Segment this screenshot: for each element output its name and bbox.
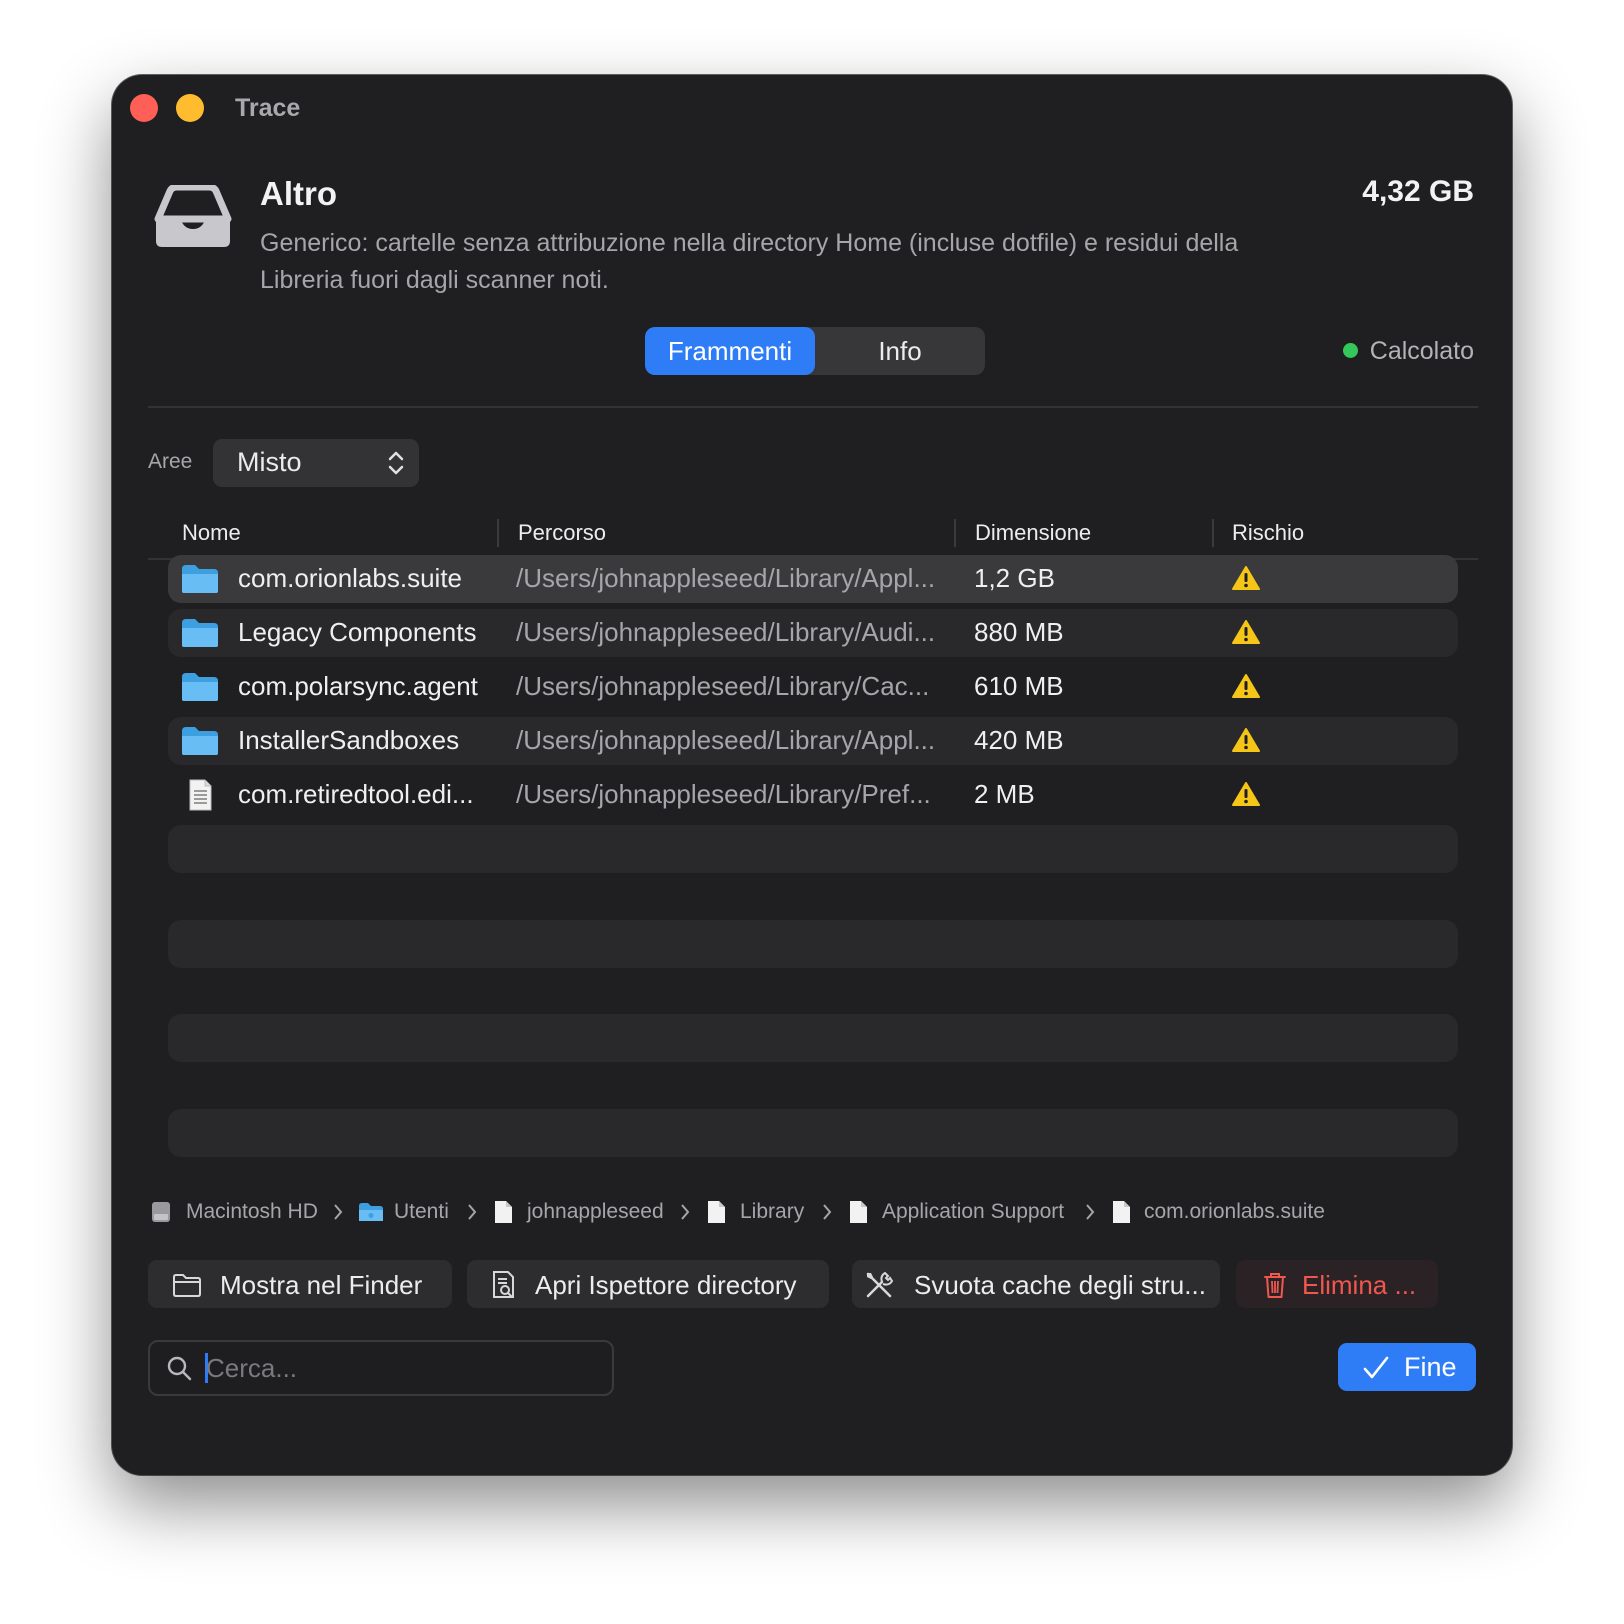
empty-row <box>168 1014 1458 1062</box>
table-row[interactable]: com.polarsync.agent /Users/johnappleseed… <box>168 663 1458 711</box>
delete-label: Elimina ... <box>1302 1270 1417 1300</box>
status-dot-icon <box>1342 342 1358 358</box>
row-size: 610 MB <box>974 671 1064 701</box>
folder-icon <box>182 673 218 701</box>
tab-info[interactable]: Info <box>815 327 985 375</box>
row-name: Legacy Components <box>238 617 477 647</box>
show-in-finder-label: Mostra nel Finder <box>220 1270 423 1300</box>
column-divider[interactable] <box>497 519 499 547</box>
area-filter-label: Aree <box>148 450 193 473</box>
warning-icon <box>1232 620 1260 644</box>
tools-icon <box>866 1271 894 1298</box>
search-icon <box>167 1356 192 1381</box>
row-size: 880 MB <box>974 617 1064 647</box>
empty-row <box>168 825 1458 873</box>
status-label: Calcolato <box>1369 337 1474 365</box>
row-path: /Users/johnappleseed/Library/Cac... <box>516 671 930 701</box>
row-size: 2 MB <box>974 779 1035 809</box>
minimize-window-button[interactable] <box>176 94 204 122</box>
warning-icon <box>1232 728 1260 752</box>
show-in-finder-button[interactable]: Mostra nel Finder <box>148 1260 452 1308</box>
row-size: 420 MB <box>974 725 1064 755</box>
table-row[interactable]: com.orionlabs.suite /Users/johnappleseed… <box>168 555 1458 603</box>
column-divider[interactable] <box>1212 519 1214 547</box>
app-window: Trace Altro Generico: cartelle senza att… <box>112 75 1512 1475</box>
category-total-size: 4,32 GB <box>1362 175 1474 208</box>
breadcrumb-item[interactable]: Macintosh HD <box>186 1197 318 1227</box>
close-window-button[interactable] <box>130 94 158 122</box>
breadcrumb-item[interactable]: Library <box>740 1197 804 1227</box>
chevron-updown-icon <box>388 451 404 475</box>
empty-row <box>168 920 1458 968</box>
warning-icon <box>1232 782 1260 806</box>
open-directory-inspector-label: Apri Ispettore directory <box>535 1270 797 1300</box>
area-filter-value: Misto <box>237 447 302 477</box>
tray-icon <box>154 185 232 247</box>
view-segmented-control: Frammenti Info <box>645 327 985 375</box>
window-title: Trace <box>235 94 301 122</box>
table-row[interactable]: InstallerSandboxes /Users/johnappleseed/… <box>168 717 1458 765</box>
tab-frammenti[interactable]: Frammenti <box>645 327 815 375</box>
chevron-right-icon <box>681 1204 690 1220</box>
row-path: /Users/johnappleseed/Library/Appl... <box>516 563 936 593</box>
folder-outline-icon <box>173 1274 201 1297</box>
clear-tool-cache-button[interactable]: Svuota cache degli stru... <box>852 1260 1220 1308</box>
checkmark-icon <box>1363 1356 1389 1379</box>
chevron-right-icon <box>334 1204 343 1220</box>
breadcrumb-item[interactable]: johnappleseed <box>527 1197 664 1227</box>
table-row[interactable]: com.retiredtool.edi... /Users/johnapples… <box>168 771 1458 819</box>
folder-icon <box>182 565 218 593</box>
row-size: 1,2 GB <box>974 563 1055 593</box>
breadcrumb-item[interactable]: Utenti <box>394 1197 449 1227</box>
clear-tool-cache-label: Svuota cache degli stru... <box>914 1270 1206 1300</box>
column-header-risk[interactable]: Rischio <box>1232 520 1304 546</box>
document-icon <box>189 779 212 811</box>
column-header-path[interactable]: Percorso <box>518 520 606 546</box>
open-directory-inspector-button[interactable]: Apri Ispettore directory <box>467 1260 829 1308</box>
table-header: Nome Percorso Dimensione Rischio <box>148 510 1478 560</box>
area-filter-select[interactable]: Misto <box>213 439 419 487</box>
column-header-name[interactable]: Nome <box>182 520 241 546</box>
document-search-icon <box>493 1271 514 1298</box>
delete-button[interactable]: Elimina ... <box>1236 1260 1438 1308</box>
folder-icon <box>182 619 218 647</box>
breadcrumb-item[interactable]: Application Support <box>882 1197 1064 1227</box>
row-name: com.polarsync.agent <box>238 671 478 701</box>
warning-icon <box>1232 674 1260 698</box>
category-title: Altro <box>260 175 337 212</box>
row-name: com.orionlabs.suite <box>238 563 462 593</box>
chevron-right-icon <box>1086 1204 1095 1220</box>
trash-icon <box>1264 1273 1286 1298</box>
title-bar: Trace <box>112 75 1512 139</box>
chevron-right-icon <box>823 1204 832 1220</box>
breadcrumb-item[interactable]: com.orionlabs.suite <box>1144 1197 1325 1227</box>
table-row[interactable]: Legacy Components /Users/johnappleseed/L… <box>168 609 1458 657</box>
row-name: InstallerSandboxes <box>238 725 460 755</box>
document-icon <box>1113 1201 1130 1223</box>
column-divider[interactable] <box>954 519 956 547</box>
done-button[interactable]: Fine <box>1338 1343 1476 1391</box>
folder-icon <box>182 727 218 755</box>
warning-icon <box>1232 566 1260 590</box>
document-icon <box>708 1201 725 1223</box>
document-icon <box>495 1201 512 1223</box>
empty-row <box>168 1109 1458 1157</box>
chevron-right-icon <box>468 1204 477 1220</box>
row-path: /Users/johnappleseed/Library/Appl... <box>516 725 936 755</box>
category-description: Generico: cartelle senza attribuzione ne… <box>260 229 1239 294</box>
folder-icon <box>359 1203 383 1221</box>
search-field[interactable] <box>148 1340 614 1396</box>
row-path: /Users/johnappleseed/Library/Audi... <box>516 617 936 647</box>
row-name: com.retiredtool.edi... <box>238 779 474 809</box>
done-label: Fine <box>1404 1352 1457 1382</box>
document-icon <box>850 1201 867 1223</box>
search-input[interactable] <box>204 1350 598 1386</box>
status-indicator: Calcolato <box>1342 335 1474 367</box>
column-header-size[interactable]: Dimensione <box>975 520 1091 546</box>
drive-icon <box>152 1202 170 1222</box>
row-path: /Users/johnappleseed/Library/Pref... <box>516 779 931 809</box>
header-divider <box>148 406 1478 408</box>
